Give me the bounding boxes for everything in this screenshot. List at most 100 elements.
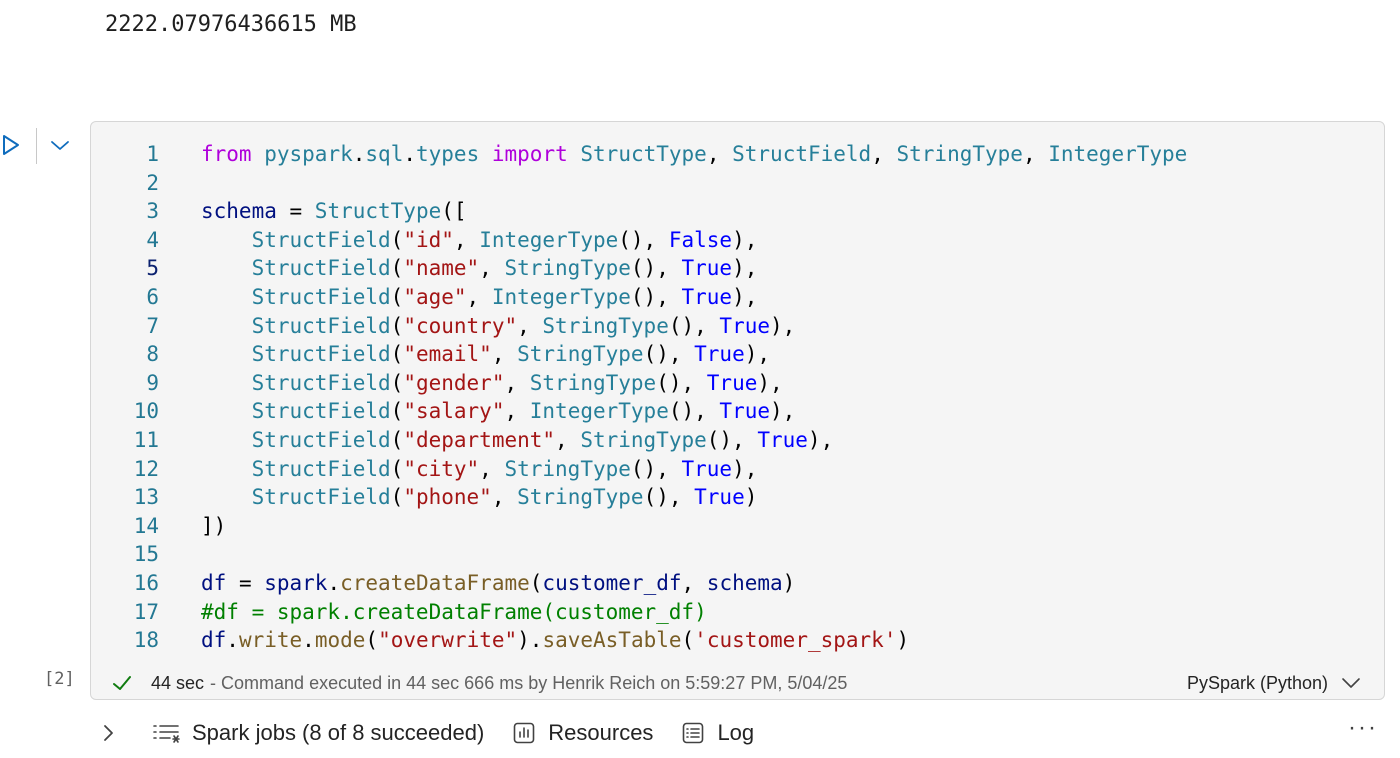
code-token: "salary" bbox=[403, 399, 505, 424]
resources-button[interactable]: Resources bbox=[512, 720, 653, 746]
cell-status-bar: 44 sec - Command executed in 44 sec 666 … bbox=[111, 668, 1366, 698]
code-token: customer_df bbox=[542, 570, 682, 595]
line-number: 11 bbox=[133, 427, 159, 452]
code-text: df = spark.createDataFrame(customer_df, … bbox=[201, 569, 795, 598]
code-token: "overwrite" bbox=[378, 628, 518, 653]
code-text: StructField("name", StringType(), True), bbox=[201, 254, 758, 283]
code-line[interactable]: 13 StructField("phone", StringType(), Tr… bbox=[91, 483, 1384, 512]
code-token: (), bbox=[656, 370, 707, 395]
code-line[interactable]: 12 StructField("city", StringType(), Tru… bbox=[91, 455, 1384, 484]
execution-count: [2] bbox=[44, 669, 75, 689]
spark-jobs-button[interactable]: Spark jobs (8 of 8 succeeded) bbox=[152, 720, 484, 746]
code-token: df bbox=[201, 570, 227, 595]
code-token: (), bbox=[668, 399, 720, 424]
log-label: Log bbox=[717, 720, 755, 745]
code-text: StructField("department", StringType(), … bbox=[201, 426, 834, 455]
code-line[interactable]: 7 StructField("country", StringType(), T… bbox=[91, 312, 1384, 341]
code-line[interactable]: 11 StructField("department", StringType(… bbox=[91, 426, 1384, 455]
code-token: write bbox=[238, 628, 303, 653]
code-token: (), bbox=[706, 427, 758, 452]
code-line[interactable]: 16 df = spark.createDataFrame(customer_df… bbox=[91, 569, 1384, 598]
code-token: "id" bbox=[403, 227, 454, 252]
code-text: from pyspark.sql.types import StructType… bbox=[201, 140, 1187, 169]
more-options-button[interactable]: ··· bbox=[1348, 714, 1378, 742]
code-token: StructField bbox=[251, 427, 391, 452]
check-icon bbox=[113, 676, 131, 690]
code-token: df bbox=[201, 628, 227, 653]
run-cell-button[interactable] bbox=[0, 130, 26, 162]
code-line[interactable]: 1 from pyspark.sql.types import StructTyp… bbox=[91, 140, 1384, 169]
code-token: True bbox=[694, 485, 745, 510]
line-number: 2 bbox=[146, 170, 159, 195]
code-token: ), bbox=[732, 256, 758, 281]
code-token: "age" bbox=[403, 284, 467, 309]
code-line[interactable]: 6 StructField("age", IntegerType(), True… bbox=[91, 283, 1384, 312]
code-token: "name" bbox=[403, 256, 480, 281]
code-token: ), bbox=[757, 370, 783, 395]
code-token: ( bbox=[681, 628, 695, 653]
code-token: schema bbox=[706, 570, 783, 595]
code-line[interactable]: 3 schema = StructType([ bbox=[91, 197, 1384, 226]
code-token: "country" bbox=[403, 313, 518, 338]
code-token: , bbox=[479, 256, 505, 281]
list-icon bbox=[153, 725, 180, 743]
code-token: StringType bbox=[529, 370, 657, 395]
line-number: 17 bbox=[133, 599, 159, 624]
code-line[interactable]: 9 StructField("gender", StringType(), Tr… bbox=[91, 369, 1384, 398]
code-line[interactable]: 5 StructField("name", StringType(), True… bbox=[91, 254, 1384, 283]
code-line[interactable]: 8 StructField("email", StringType(), Tru… bbox=[91, 340, 1384, 369]
expand-jobs-button[interactable] bbox=[98, 721, 130, 745]
code-token: ( bbox=[390, 456, 404, 481]
line-number: 5 bbox=[146, 256, 159, 281]
code-token: , bbox=[453, 227, 480, 252]
code-token: ), bbox=[807, 427, 834, 452]
code-token: "city" bbox=[403, 456, 480, 481]
code-text: StructField("city", StringType(), True), bbox=[201, 455, 758, 484]
code-token: StructField bbox=[251, 256, 391, 281]
chevron-down-icon bbox=[51, 141, 69, 150]
line-number: 3 bbox=[146, 199, 159, 224]
code-editor[interactable]: 1 from pyspark.sql.types import StructTyp… bbox=[91, 140, 1384, 655]
code-token: , bbox=[555, 427, 581, 452]
code-token: True bbox=[694, 342, 745, 367]
code-token: ), bbox=[732, 456, 758, 481]
code-line[interactable]: 2 bbox=[91, 169, 1384, 198]
code-text: StructField("gender", StringType(), True… bbox=[201, 369, 783, 398]
code-token: ), bbox=[732, 227, 758, 252]
collapse-cell-button[interactable] bbox=[46, 132, 74, 160]
code-token: False bbox=[668, 227, 733, 252]
code-token: import bbox=[491, 142, 568, 166]
code-text: StructField("phone", StringType(), True) bbox=[201, 483, 758, 512]
code-token: StringType bbox=[504, 456, 631, 481]
chevron-down-icon bbox=[1342, 678, 1360, 688]
code-cell[interactable]: 1 from pyspark.sql.types import StructTyp… bbox=[90, 121, 1385, 700]
line-number: 12 bbox=[133, 456, 159, 481]
log-button[interactable]: Log bbox=[681, 720, 754, 746]
code-token: , bbox=[871, 142, 897, 166]
code-line[interactable]: 14]) bbox=[91, 512, 1384, 541]
code-text: StructField("email", StringType(), True)… bbox=[201, 340, 770, 369]
line-number: 13 bbox=[133, 485, 159, 510]
code-token: StringType bbox=[517, 342, 644, 367]
code-line[interactable]: 17 #df = spark.createDataFrame(customer_d… bbox=[91, 598, 1384, 627]
line-number: 15 bbox=[133, 542, 159, 567]
language-selector[interactable]: PySpark (Python) bbox=[1187, 668, 1362, 698]
code-token: ( bbox=[390, 485, 404, 510]
bar-chart-icon bbox=[513, 722, 535, 744]
code-token: = bbox=[226, 570, 265, 595]
code-line[interactable]: 18 df.write.mode("overwrite").saveAsTable… bbox=[91, 626, 1384, 655]
code-line[interactable]: 15 bbox=[91, 540, 1384, 569]
code-line[interactable]: 10 StructField("salary", IntegerType(), … bbox=[91, 397, 1384, 426]
code-token: spark bbox=[264, 570, 328, 595]
code-text: StructField("age", IntegerType(), True), bbox=[201, 283, 758, 312]
code-line[interactable]: 4 StructField("id", IntegerType(), False… bbox=[91, 226, 1384, 255]
code-token: pyspark bbox=[264, 142, 353, 166]
code-token: True bbox=[757, 427, 808, 452]
code-token: sql bbox=[365, 142, 404, 166]
code-text: StructField("country", StringType(), Tru… bbox=[201, 312, 796, 341]
